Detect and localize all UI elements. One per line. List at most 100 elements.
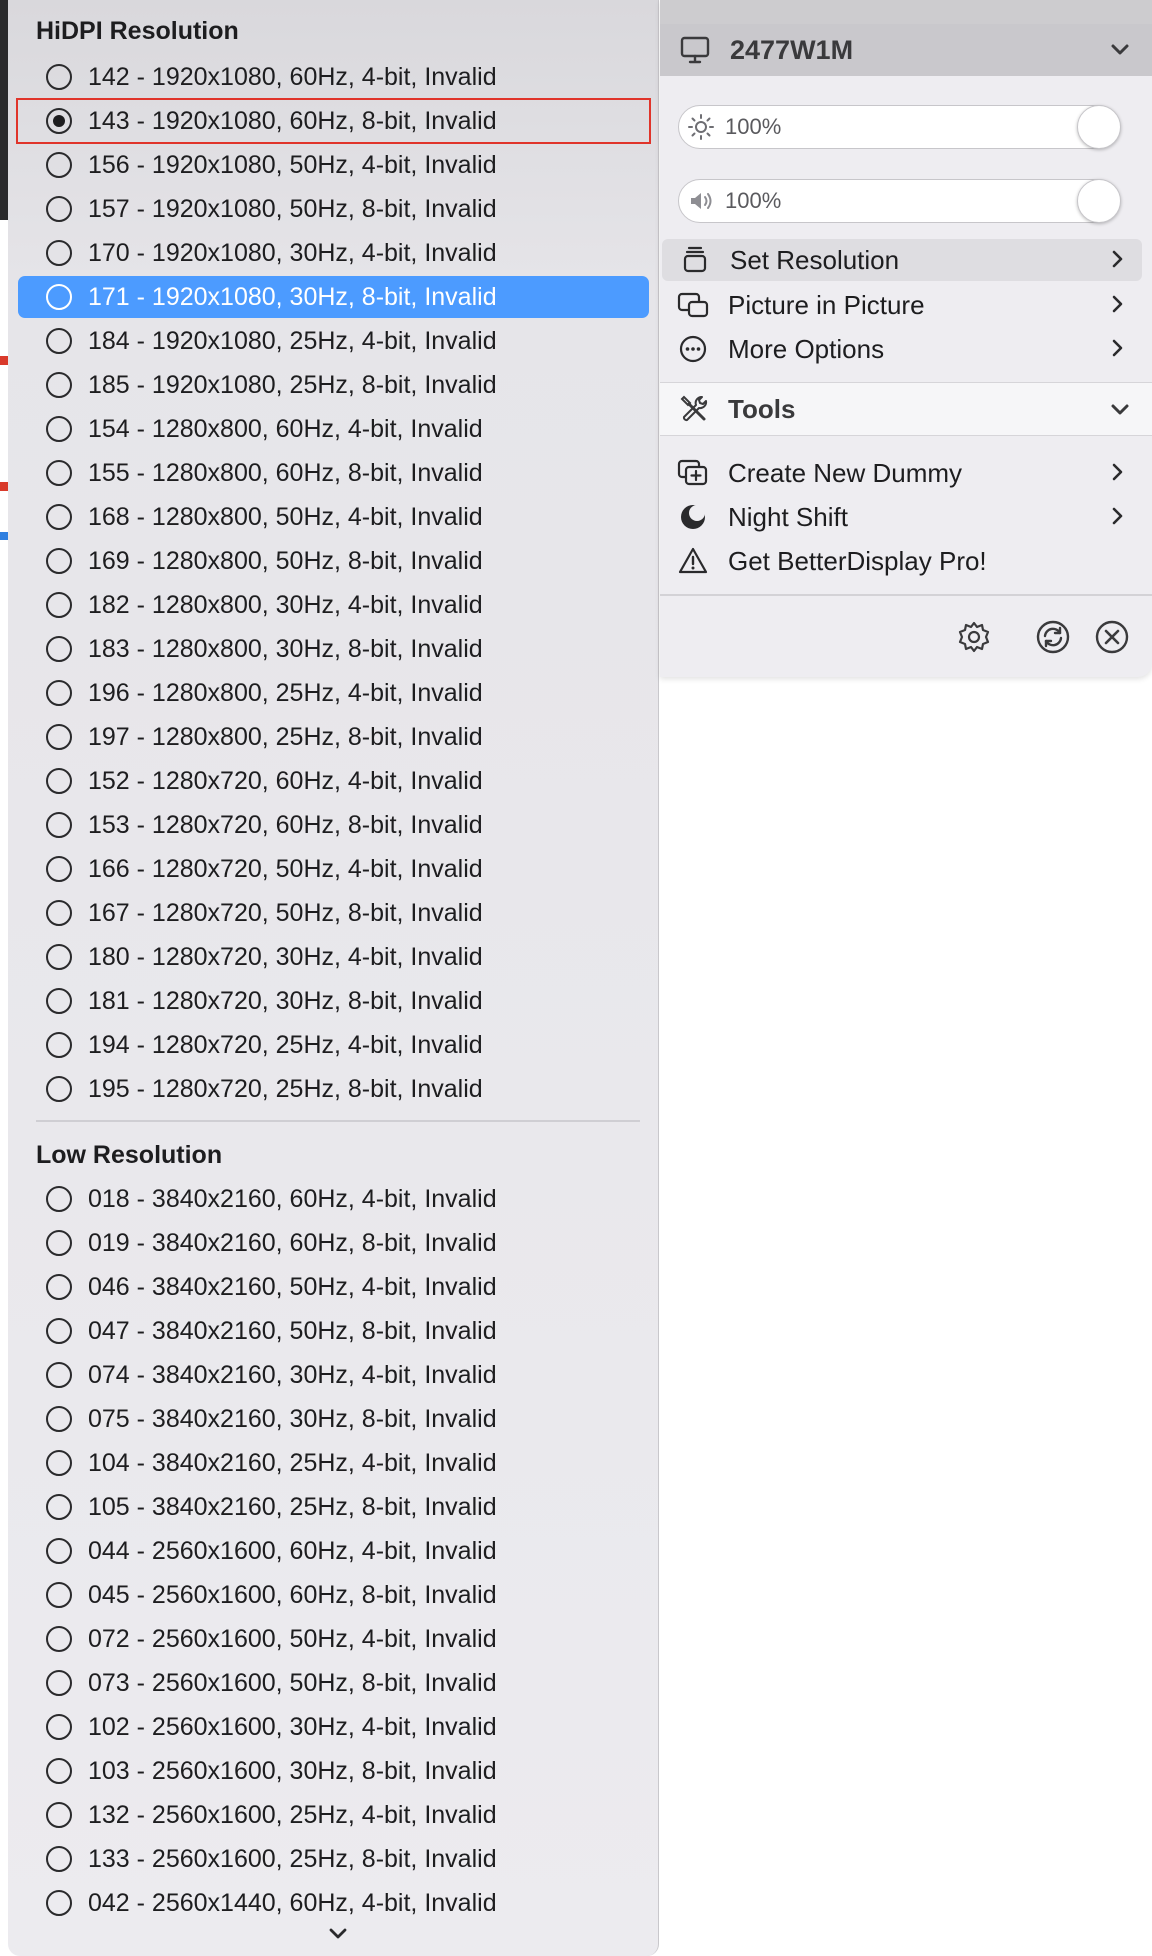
gear-icon[interactable] (954, 616, 994, 658)
display-header[interactable]: 2477W1M (660, 24, 1152, 76)
radio-icon[interactable] (46, 856, 72, 882)
resolution-option[interactable]: 019 - 3840x2160, 60Hz, 8-bit, Invalid (18, 1222, 649, 1264)
resolution-option[interactable]: 155 - 1280x800, 60Hz, 8-bit, Invalid (18, 452, 649, 494)
resolution-option[interactable]: 073 - 2560x1600, 50Hz, 8-bit, Invalid (18, 1662, 649, 1704)
radio-icon[interactable] (46, 1076, 72, 1102)
resolution-option[interactable]: 133 - 2560x1600, 25Hz, 8-bit, Invalid (18, 1838, 649, 1880)
radio-icon[interactable] (46, 548, 72, 574)
resolution-option[interactable]: 042 - 2560x1440, 60Hz, 4-bit, Invalid (18, 1882, 649, 1924)
resolution-option[interactable]: 181 - 1280x720, 30Hz, 8-bit, Invalid (18, 980, 649, 1022)
radio-icon[interactable] (46, 812, 72, 838)
resolution-option[interactable]: 184 - 1920x1080, 25Hz, 4-bit, Invalid (18, 320, 649, 362)
radio-icon[interactable] (46, 1538, 72, 1564)
radio-icon[interactable] (46, 592, 72, 618)
set-resolution-item[interactable]: Set Resolution (662, 239, 1142, 281)
resolution-option[interactable]: 044 - 2560x1600, 60Hz, 4-bit, Invalid (18, 1530, 649, 1572)
resolution-option[interactable]: 197 - 1280x800, 25Hz, 8-bit, Invalid (18, 716, 649, 758)
radio-icon[interactable] (46, 1626, 72, 1652)
radio-icon[interactable] (46, 1274, 72, 1300)
volume-slider[interactable]: 100% (678, 179, 1121, 223)
resolution-option[interactable]: 182 - 1280x800, 30Hz, 4-bit, Invalid (18, 584, 649, 626)
resolution-option[interactable]: 074 - 3840x2160, 30Hz, 4-bit, Invalid (18, 1354, 649, 1396)
radio-icon[interactable] (46, 196, 72, 222)
radio-icon[interactable] (46, 1846, 72, 1872)
radio-icon[interactable] (46, 636, 72, 662)
radio-icon[interactable] (46, 1032, 72, 1058)
picture-in-picture-item[interactable]: Picture in Picture (660, 284, 1142, 326)
chevron-down-icon[interactable] (1108, 398, 1132, 422)
radio-icon[interactable] (46, 372, 72, 398)
radio-icon[interactable] (46, 1318, 72, 1344)
resolution-option[interactable]: 047 - 3840x2160, 50Hz, 8-bit, Invalid (18, 1310, 649, 1352)
radio-icon[interactable] (46, 284, 72, 310)
resolution-option[interactable]: 156 - 1920x1080, 50Hz, 4-bit, Invalid (18, 144, 649, 186)
more-options-item[interactable]: More Options (660, 328, 1142, 370)
resolution-option[interactable]: 046 - 3840x2160, 50Hz, 4-bit, Invalid (18, 1266, 649, 1308)
resolution-option[interactable]: 152 - 1280x720, 60Hz, 4-bit, Invalid (18, 760, 649, 802)
resolution-option[interactable]: 167 - 1280x720, 50Hz, 8-bit, Invalid (18, 892, 649, 934)
resolution-option[interactable]: 018 - 3840x2160, 60Hz, 4-bit, Invalid (18, 1178, 649, 1220)
radio-icon[interactable] (46, 1230, 72, 1256)
resolution-option[interactable]: 170 - 1920x1080, 30Hz, 4-bit, Invalid (18, 232, 649, 274)
radio-selected-icon[interactable] (46, 108, 72, 134)
resolution-option[interactable]: 196 - 1280x800, 25Hz, 4-bit, Invalid (18, 672, 649, 714)
volume-slider-knob[interactable] (1077, 179, 1121, 223)
resolution-option[interactable]: 103 - 2560x1600, 30Hz, 8-bit, Invalid (18, 1750, 649, 1792)
radio-icon[interactable] (46, 152, 72, 178)
radio-icon[interactable] (46, 416, 72, 442)
resolution-option[interactable]: 153 - 1280x720, 60Hz, 8-bit, Invalid (18, 804, 649, 846)
resolution-option[interactable]: 072 - 2560x1600, 50Hz, 4-bit, Invalid (18, 1618, 649, 1660)
create-new-dummy-item[interactable]: Create New Dummy (660, 452, 1142, 494)
tools-header[interactable]: Tools (660, 382, 1152, 436)
radio-icon[interactable] (46, 1714, 72, 1740)
resolution-option[interactable]: 143 - 1920x1080, 60Hz, 8-bit, Invalid (16, 98, 651, 144)
radio-icon[interactable] (46, 1494, 72, 1520)
radio-icon[interactable] (46, 1670, 72, 1696)
resolution-option[interactable]: 075 - 3840x2160, 30Hz, 8-bit, Invalid (18, 1398, 649, 1440)
radio-icon[interactable] (46, 460, 72, 486)
radio-icon[interactable] (46, 328, 72, 354)
radio-icon[interactable] (46, 988, 72, 1014)
resolution-option[interactable]: 185 - 1920x1080, 25Hz, 8-bit, Invalid (18, 364, 649, 406)
resolution-option[interactable]: 102 - 2560x1600, 30Hz, 4-bit, Invalid (18, 1706, 649, 1748)
brightness-slider-knob[interactable] (1077, 105, 1121, 149)
radio-icon[interactable] (46, 900, 72, 926)
resolution-option[interactable]: 104 - 3840x2160, 25Hz, 4-bit, Invalid (18, 1442, 649, 1484)
resolution-option[interactable]: 105 - 3840x2160, 25Hz, 8-bit, Invalid (18, 1486, 649, 1528)
radio-icon[interactable] (46, 240, 72, 266)
radio-icon[interactable] (46, 1758, 72, 1784)
refresh-icon[interactable] (1033, 616, 1073, 658)
close-icon[interactable] (1092, 616, 1132, 658)
resolution-option[interactable]: 132 - 2560x1600, 25Hz, 4-bit, Invalid (18, 1794, 649, 1836)
resolution-option[interactable]: 168 - 1280x800, 50Hz, 4-bit, Invalid (18, 496, 649, 538)
radio-icon[interactable] (46, 680, 72, 706)
resolution-option[interactable]: 194 - 1280x720, 25Hz, 4-bit, Invalid (18, 1024, 649, 1066)
radio-icon[interactable] (46, 1186, 72, 1212)
radio-icon[interactable] (46, 1406, 72, 1432)
radio-icon[interactable] (46, 724, 72, 750)
get-pro-item[interactable]: Get BetterDisplay Pro! (660, 540, 1142, 582)
resolution-option[interactable]: 142 - 1920x1080, 60Hz, 4-bit, Invalid (18, 56, 649, 98)
resolution-option[interactable]: 157 - 1920x1080, 50Hz, 8-bit, Invalid (18, 188, 649, 230)
resolution-option[interactable]: 154 - 1280x800, 60Hz, 4-bit, Invalid (18, 408, 649, 450)
resolution-option[interactable]: 169 - 1280x800, 50Hz, 8-bit, Invalid (18, 540, 649, 582)
radio-icon[interactable] (46, 1362, 72, 1388)
radio-icon[interactable] (46, 1582, 72, 1608)
resolution-option[interactable]: 166 - 1280x720, 50Hz, 4-bit, Invalid (18, 848, 649, 890)
resolution-option[interactable]: 195 - 1280x720, 25Hz, 8-bit, Invalid (18, 1068, 649, 1110)
resolution-option[interactable]: 045 - 2560x1600, 60Hz, 8-bit, Invalid (18, 1574, 649, 1616)
night-shift-item[interactable]: Night Shift (660, 496, 1142, 538)
radio-icon[interactable] (46, 944, 72, 970)
chevron-down-icon[interactable] (1108, 38, 1132, 62)
resolution-option[interactable]: 183 - 1280x800, 30Hz, 8-bit, Invalid (18, 628, 649, 670)
radio-icon[interactable] (46, 1450, 72, 1476)
radio-icon[interactable] (46, 504, 72, 530)
resolution-option[interactable]: 180 - 1280x720, 30Hz, 4-bit, Invalid (18, 936, 649, 978)
brightness-slider[interactable]: 100% (678, 105, 1121, 149)
radio-icon[interactable] (46, 1890, 72, 1916)
radio-icon[interactable] (46, 768, 72, 794)
radio-icon[interactable] (46, 1802, 72, 1828)
radio-icon[interactable] (46, 64, 72, 90)
scroll-down-chevron-icon[interactable] (326, 1922, 350, 1946)
resolution-option[interactable]: 171 - 1920x1080, 30Hz, 8-bit, Invalid (18, 276, 649, 318)
